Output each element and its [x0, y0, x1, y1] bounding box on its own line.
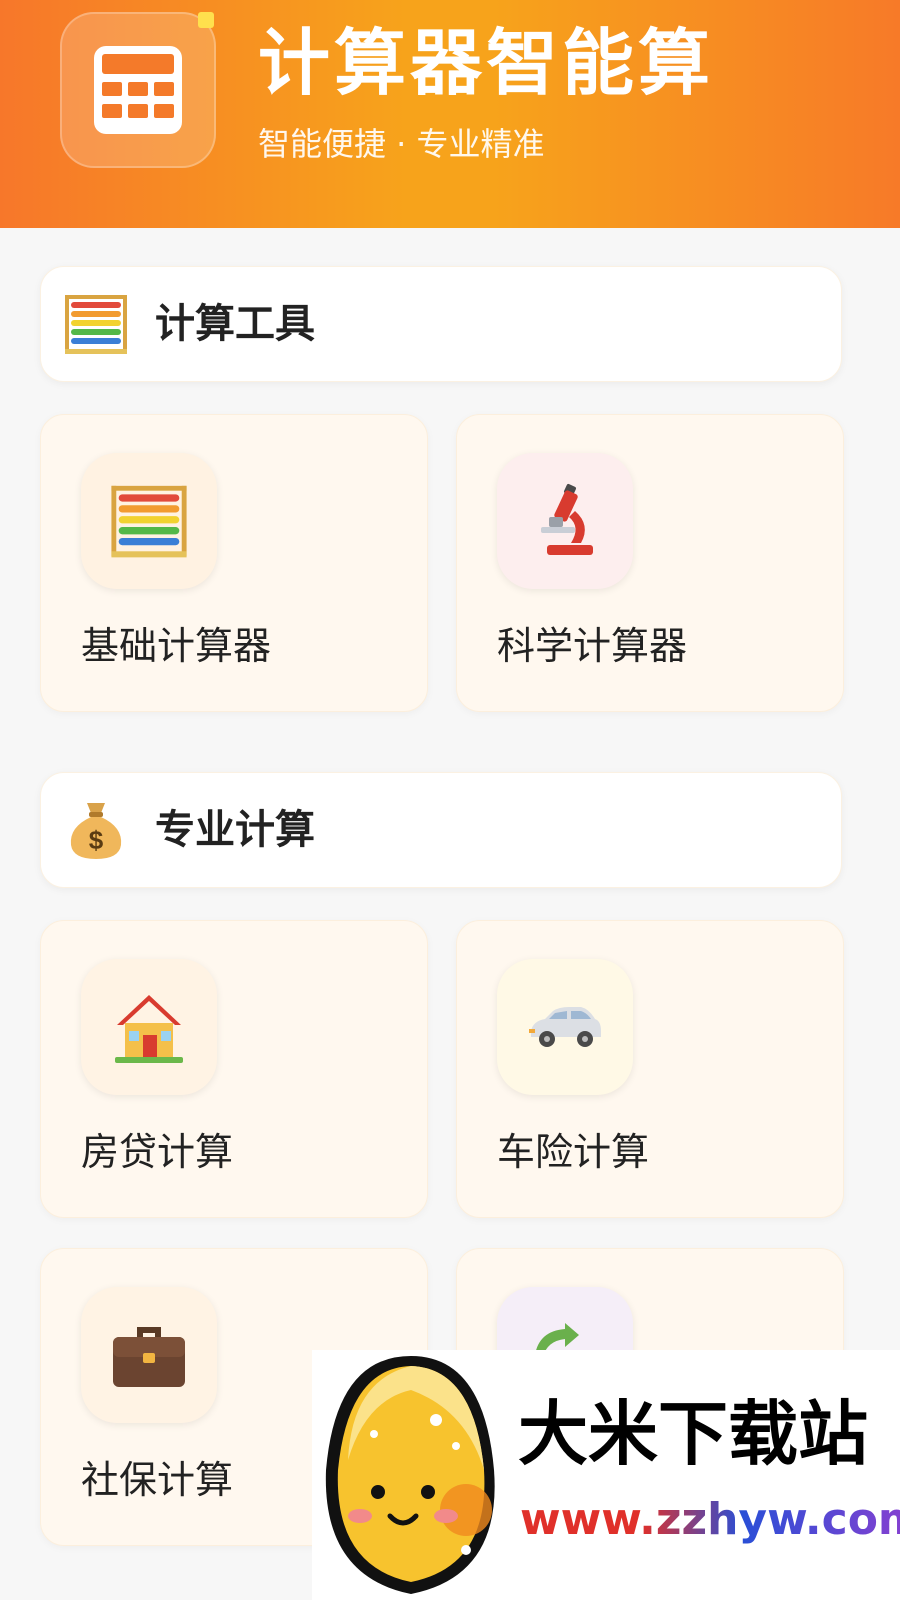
tile-label: 基础计算器 — [81, 624, 272, 668]
section-header-professional: $ 专业计算 — [40, 772, 842, 888]
app-subtitle: 智能便捷 · 专业精准 — [258, 125, 545, 163]
app-header: 计算器智能算 智能便捷 · 专业精准 — [0, 0, 900, 228]
tile-icon-container — [497, 453, 633, 589]
app-logo — [60, 12, 216, 168]
car-icon — [529, 1007, 601, 1047]
tile-icon-container — [497, 959, 633, 1095]
money-bag-icon: $ — [70, 803, 122, 859]
calculator-icon — [94, 46, 182, 134]
watermark-site-name: 大米下载站 — [518, 1393, 868, 1475]
tile-basic-calculator[interactable]: 基础计算器 — [40, 414, 428, 712]
tile-label: 房贷计算 — [81, 1130, 234, 1174]
abacus-icon — [65, 295, 127, 354]
abacus-icon — [111, 485, 187, 558]
briefcase-icon — [113, 1327, 185, 1387]
tile-label: 车险计算 — [497, 1130, 650, 1174]
section-header-tools: 计算工具 — [40, 266, 842, 382]
tile-label: 科学计算器 — [497, 624, 688, 668]
watermark-banner: 大米下载站 www.zzhyw.com — [312, 1350, 900, 1600]
logo-dot — [198, 12, 214, 28]
section-title: 专业计算 — [155, 807, 315, 853]
microscope-icon — [541, 484, 593, 555]
tile-icon-container — [81, 453, 217, 589]
tile-label: 社保计算 — [81, 1458, 234, 1502]
app-screen: 计算器智能算 智能便捷 · 专业精准 计算工具 基础计算器 科学计算器 $ 专业… — [0, 0, 900, 1600]
watermark-site-url: www.zzhyw.com — [520, 1492, 900, 1548]
section-title: 计算工具 — [155, 301, 315, 347]
app-title: 计算器智能算 — [258, 21, 715, 105]
tile-scientific-calculator[interactable]: 科学计算器 — [456, 414, 844, 712]
tile-car-insurance[interactable]: 车险计算 — [456, 920, 844, 1218]
svg-text:$: $ — [89, 825, 104, 855]
tile-mortgage[interactable]: 房贷计算 — [40, 920, 428, 1218]
egg-mascot-icon — [325, 1356, 495, 1594]
tile-icon-container — [81, 1287, 217, 1423]
tile-icon-container — [81, 959, 217, 1095]
house-icon — [115, 995, 183, 1063]
